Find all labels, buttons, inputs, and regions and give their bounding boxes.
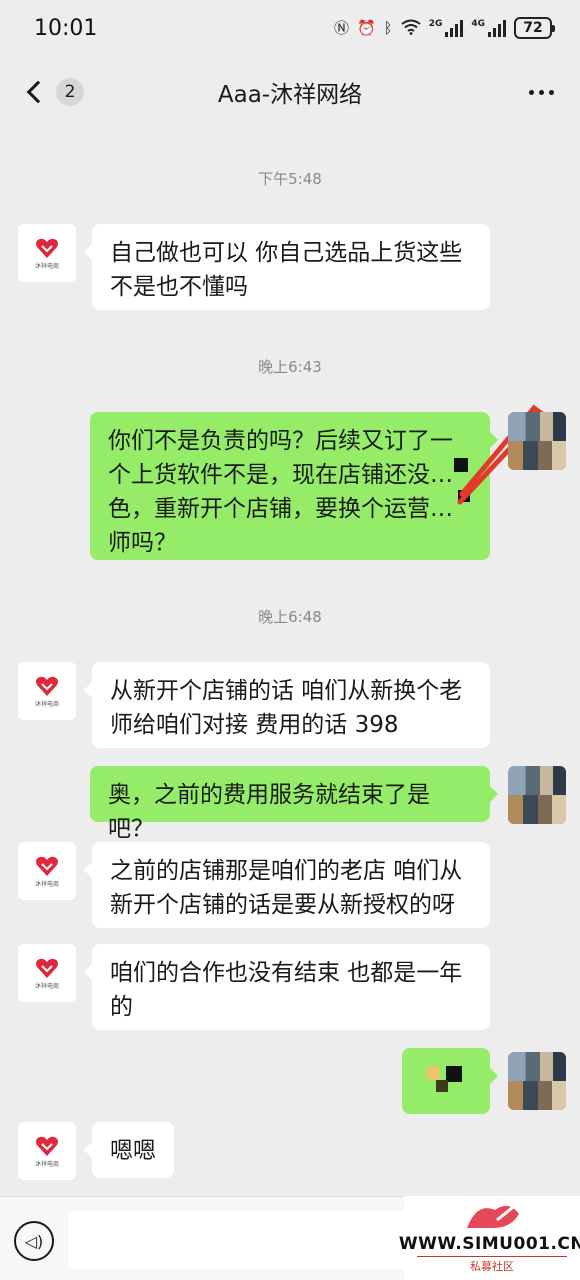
redaction-pixel bbox=[436, 1080, 448, 1092]
contact-avatar[interactable]: 沐祥电商 bbox=[18, 1122, 76, 1180]
avatar-logo-text: 沐祥电商 bbox=[34, 262, 59, 270]
heart-logo-icon bbox=[36, 1136, 58, 1156]
message-bubble-in[interactable]: 嗯嗯 bbox=[84, 1122, 174, 1178]
contact-avatar[interactable]: 沐祥电商 bbox=[18, 224, 76, 282]
my-avatar[interactable] bbox=[508, 1052, 566, 1110]
bluetooth-icon: ᛒ bbox=[383, 18, 393, 37]
chat-title: Aaa-沐祥网络 bbox=[217, 82, 363, 108]
nfc-icon: Ⓝ bbox=[333, 18, 349, 37]
contact-avatar[interactable]: 沐祥电商 bbox=[18, 944, 76, 1002]
message-bubble-out[interactable]: 你们不是负责的吗？后续又订了一个上货软件不是，现在店铺还没…色，重新开个店铺，要… bbox=[90, 412, 498, 560]
watermark-site: WWW.SIMU001.CN bbox=[398, 1234, 580, 1254]
avatar-logo-text: 沐祥电商 bbox=[34, 880, 59, 888]
message-bubble-in[interactable]: 之前的店铺那是咱们的老店 咱们从新开个店铺的话是要从新授权的呀 bbox=[84, 842, 490, 928]
message-bubble-in[interactable]: 咱们的合作也没有结束 也都是一年的 bbox=[84, 944, 490, 1030]
chat-header: 2 Aaa-沐祥网络 bbox=[0, 56, 580, 128]
voice-button[interactable]: ◁) bbox=[14, 1221, 54, 1261]
heart-logo-icon bbox=[36, 238, 58, 258]
contact-avatar[interactable]: 沐祥电商 bbox=[18, 842, 76, 900]
network-4g-label: 4G bbox=[471, 18, 485, 29]
message-bubble-in[interactable]: 从新开个店铺的话 咱们从新换个老师给咱们对接 费用的话 398 bbox=[84, 662, 490, 748]
more-icon bbox=[529, 89, 534, 95]
watermark-sub: 私募社区 bbox=[417, 1256, 567, 1274]
timestamp: 下午5:48 bbox=[258, 170, 322, 188]
heart-logo-icon bbox=[36, 958, 58, 978]
watermark-logo-icon bbox=[467, 1202, 519, 1228]
status-time: 10:01 bbox=[34, 15, 98, 41]
heart-logo-icon bbox=[36, 856, 58, 876]
voice-icon: ◁) bbox=[24, 1231, 44, 1251]
avatar-logo-text: 沐祥电商 bbox=[34, 700, 59, 708]
back-icon bbox=[26, 80, 50, 104]
avatar-logo-text: 沐祥电商 bbox=[34, 1160, 59, 1168]
watermark: WWW.SIMU001.CN 私募社区 bbox=[399, 1196, 580, 1280]
timestamp: 晚上6:43 bbox=[258, 358, 322, 376]
signal-icon: 2G bbox=[428, 18, 464, 37]
network-2g-label: 2G bbox=[428, 18, 443, 29]
status-icons: Ⓝ ⏰ ᛒ 2G 4G 72 bbox=[333, 17, 555, 39]
heart-logo-icon bbox=[36, 676, 58, 696]
message-input[interactable] bbox=[68, 1211, 406, 1269]
alarm-icon: ⏰ bbox=[356, 18, 376, 37]
signal-icon: 4G bbox=[471, 18, 506, 37]
message-bubble-in[interactable]: 自己做也可以 你自己选品上货这些不是也不懂吗 bbox=[84, 224, 490, 310]
timestamp: 晚上6:48 bbox=[258, 608, 322, 626]
unread-badge: 2 bbox=[56, 78, 84, 106]
redaction-pixel bbox=[446, 1066, 462, 1082]
wifi-icon bbox=[401, 19, 421, 38]
more-button[interactable] bbox=[527, 84, 556, 101]
battery-icon: 72 bbox=[514, 17, 555, 39]
my-avatar[interactable] bbox=[508, 766, 566, 824]
my-avatar[interactable] bbox=[508, 412, 566, 470]
back-button[interactable]: 2 bbox=[24, 78, 84, 106]
contact-avatar[interactable]: 沐祥电商 bbox=[18, 662, 76, 720]
redaction-pixel bbox=[426, 1066, 440, 1080]
status-bar: 10:01 Ⓝ ⏰ ᛒ 2G 4G 72 bbox=[0, 0, 580, 56]
avatar-logo-text: 沐祥电商 bbox=[34, 982, 59, 990]
message-bubble-out[interactable]: 奥，之前的费用服务就结束了是吧？ bbox=[90, 766, 498, 842]
